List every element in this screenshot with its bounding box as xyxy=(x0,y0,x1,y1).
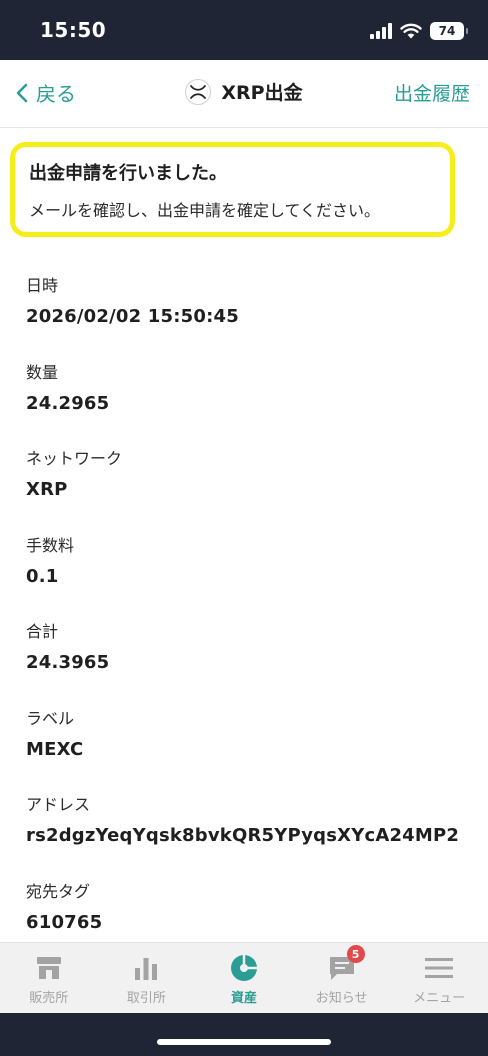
navigation-bar: 戻る XRP出金 出金履歴 xyxy=(0,60,488,128)
cellular-signal-icon xyxy=(370,23,392,39)
wifi-icon xyxy=(400,23,422,39)
detail-fee: 手数料 0.1 xyxy=(26,532,466,619)
tab-label: 販売所 xyxy=(29,991,69,1006)
storefront-icon xyxy=(34,953,64,983)
withdrawal-details: 日時 2026/02/02 15:50:45 数量 24.2965 ネットワーク… xyxy=(26,272,466,964)
xrp-logo-icon xyxy=(185,78,212,105)
detail-network: ネットワーク XRP xyxy=(26,445,466,532)
detail-value: 610765 xyxy=(26,911,103,933)
tab-store[interactable]: 販売所 xyxy=(0,943,98,1013)
withdrawal-history-link[interactable]: 出金履歴 xyxy=(394,79,470,106)
detail-label: 合計 xyxy=(26,622,59,641)
home-indicator[interactable] xyxy=(157,1039,331,1045)
detail-value: XRP xyxy=(26,479,68,500)
detail-label: 数量 xyxy=(26,362,59,382)
detail-value: rs2dgzYeqYqsk8bvkQR5YPyqsXYcA24MP2 xyxy=(26,825,460,846)
status-icons: 74 xyxy=(370,20,468,42)
detail-value: MEXC xyxy=(26,738,84,760)
tab-label: 取引所 xyxy=(126,991,166,1006)
detail-label: ラベル xyxy=(26,708,75,728)
tab-exchange[interactable]: 取引所 xyxy=(98,943,196,1013)
notification-badge: 5 xyxy=(346,945,365,963)
detail-label-field: ラベル MEXC xyxy=(26,705,466,792)
tab-assets[interactable]: 資産 xyxy=(195,943,293,1013)
detail-label: アドレス xyxy=(26,795,91,814)
detail-value: 0.1 xyxy=(26,565,59,587)
bar-chart-icon xyxy=(131,953,161,983)
tab-label: メニュー xyxy=(413,991,466,1006)
detail-value: 2026/02/02 15:50:45 xyxy=(26,306,239,327)
detail-label: ネットワーク xyxy=(26,449,123,468)
tab-menu[interactable]: メニュー xyxy=(390,943,488,1013)
detail-datetime: 日時 2026/02/02 15:50:45 xyxy=(26,272,466,359)
home-indicator-area xyxy=(0,1013,488,1056)
tab-notifications[interactable]: 5 お知らせ xyxy=(293,943,391,1013)
detail-label: 日時 xyxy=(26,276,59,295)
detail-address: アドレス rs2dgzYeqYqsk8bvkQR5YPyqsXYcA24MP2 xyxy=(26,791,466,878)
status-bar: 15:50 74 xyxy=(0,0,488,60)
detail-label: 手数料 xyxy=(26,535,75,555)
notice-title: 出金申請を行いました。 xyxy=(29,163,227,184)
pie-chart-icon xyxy=(229,953,259,983)
hamburger-menu-icon xyxy=(424,953,454,983)
status-time: 15:50 xyxy=(40,18,107,42)
detail-total: 合計 24.3965 xyxy=(26,618,466,705)
battery-icon: 74 xyxy=(430,22,468,40)
notice-message: メールを確認し、出金申請を確定してください。 xyxy=(29,201,381,220)
detail-label: 宛先タグ xyxy=(26,881,91,901)
detail-value: 24.2965 xyxy=(26,392,110,414)
message-icon: 5 xyxy=(327,945,365,983)
detail-value: 24.3965 xyxy=(26,652,110,673)
withdrawal-notice: 出金申請を行いました。 メールを確認し、出金申請を確定してください。 xyxy=(10,142,455,237)
bottom-tab-bar: 販売所 取引所 資産 5 お知らせ メニュー xyxy=(0,942,488,1013)
tab-label: お知らせ xyxy=(315,991,368,1006)
detail-quantity: 数量 24.2965 xyxy=(26,359,466,446)
page-title-text: XRP出金 xyxy=(221,82,303,104)
tab-label: 資産 xyxy=(230,991,257,1006)
